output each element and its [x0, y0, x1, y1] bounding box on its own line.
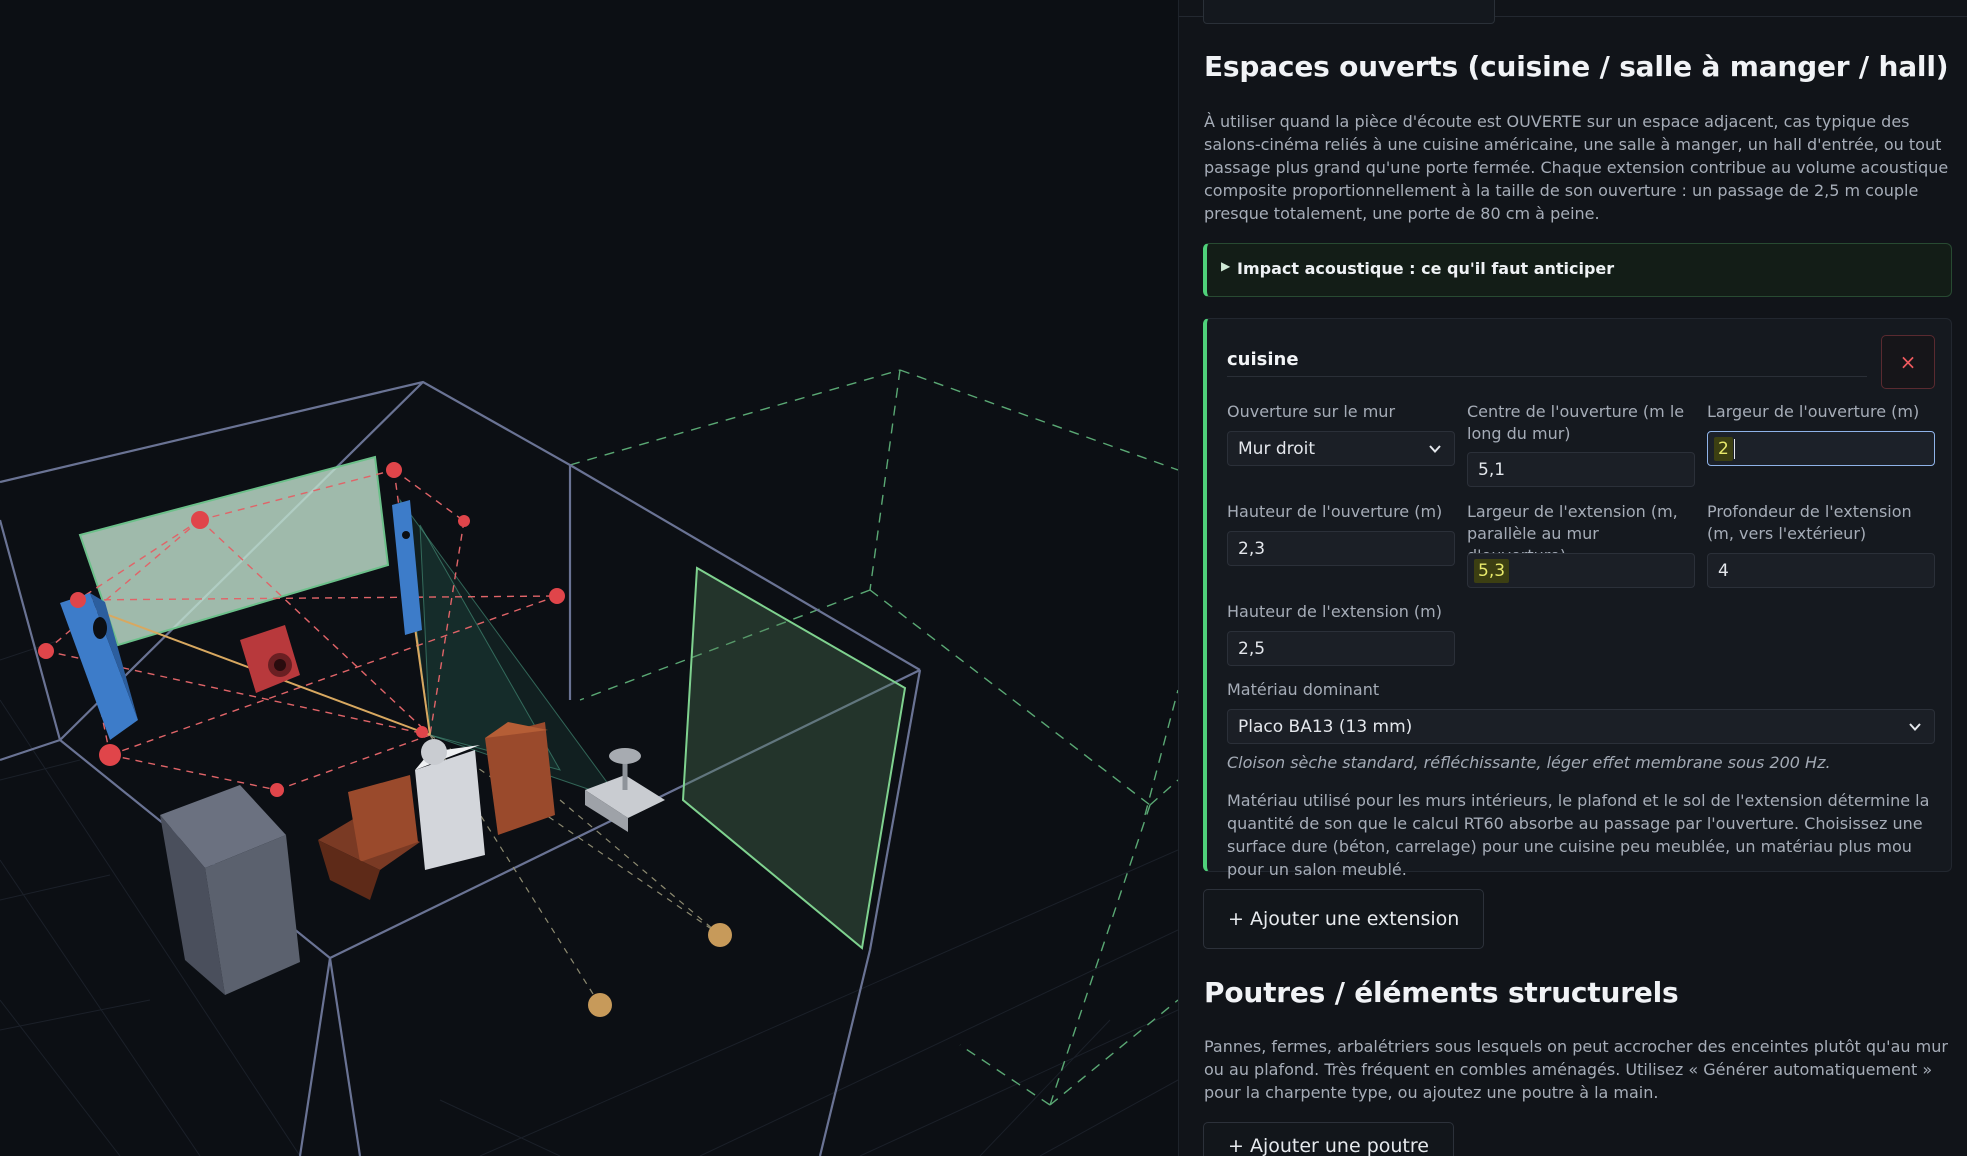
opening-height-input[interactable]: 2,3: [1227, 531, 1455, 566]
ext-width-input[interactable]: 5,3: [1467, 553, 1695, 588]
cabinet: [160, 785, 300, 995]
center-label: Centre de l'ouverture (m le long du mur): [1467, 402, 1685, 443]
top-strip: [1179, 0, 1967, 24]
text-caret: [1733, 438, 1735, 459]
ext-depth-input-value: 4: [1718, 560, 1729, 581]
room-scene: [0, 369, 1178, 1156]
opening-plane: [681, 566, 907, 950]
wall-select[interactable]: Mur droit: [1227, 431, 1455, 466]
center-input[interactable]: 5,1: [1467, 452, 1695, 487]
projector: [585, 748, 665, 832]
extension-card: cuisine × Ouverture sur le mur Mur droit…: [1203, 318, 1952, 879]
wall-select-value: Mur droit: [1238, 438, 1316, 459]
material-note: Cloison sèche standard, réfléchissante, …: [1227, 753, 1831, 772]
add-beam-button[interactable]: + Ajouter une poutre: [1203, 1122, 1454, 1156]
opening-width-label: Largeur de l'ouverture (m): [1707, 402, 1920, 421]
opening-width-input[interactable]: 2: [1707, 431, 1935, 466]
wall-label: Ouverture sur le mur: [1227, 402, 1396, 421]
screen-panel: [78, 455, 390, 647]
chevron-down-icon: [1908, 719, 1922, 733]
material-select-value: Placo BA13 (13 mm): [1238, 716, 1413, 737]
material-help: Matériau utilisé pour les murs intérieur…: [1227, 791, 1930, 879]
subwoofer-points: [588, 923, 732, 1017]
close-icon: ×: [1899, 350, 1917, 374]
ext-height-input[interactable]: 2,5: [1227, 631, 1455, 666]
remove-extension-button[interactable]: ×: [1881, 335, 1935, 389]
acoustic-impact-summary: Impact acoustique : ce qu'il faut antici…: [1237, 259, 1615, 278]
triangle-right-icon: ▶: [1221, 259, 1231, 273]
opening-height-input-value: 2,3: [1238, 538, 1266, 559]
center-input-value: 5,1: [1478, 459, 1506, 480]
opening-height-label: Hauteur de l'ouverture (m): [1227, 502, 1443, 521]
beams-title: Poutres / éléments structurels: [1204, 976, 1679, 1009]
top-strip-box: [1203, 0, 1495, 24]
seats: [318, 722, 555, 900]
ext-height-label: Hauteur de l'extension (m): [1227, 602, 1442, 621]
settings-panel[interactable]: Espaces ouverts (cuisine / salle à mange…: [1178, 0, 1967, 1156]
add-extension-button[interactable]: + Ajouter une extension: [1203, 889, 1485, 949]
ext-width-input-value: 5,3: [1474, 558, 1510, 583]
ext-height-input-value: 2,5: [1238, 638, 1266, 659]
ext-depth-input[interactable]: 4: [1707, 553, 1935, 588]
acoustic-impact-details[interactable]: ▶ Impact acoustique : ce qu'il faut anti…: [1203, 243, 1952, 297]
material-label: Matériau dominant: [1227, 680, 1380, 699]
ext-depth-label: Profondeur de l'extension (m, vers l'ext…: [1707, 502, 1912, 543]
opening-width-input-value: 2: [1714, 436, 1733, 461]
open-spaces-title: Espaces ouverts (cuisine / salle à mange…: [1204, 50, 1949, 83]
beams-description: Pannes, fermes, arbalétriers sous lesque…: [1204, 1037, 1948, 1102]
material-select[interactable]: Placo BA13 (13 mm): [1227, 709, 1935, 744]
3d-viewport[interactable]: [0, 0, 1178, 1156]
extension-name[interactable]: cuisine: [1227, 349, 1867, 377]
add-beam-label: + Ajouter une poutre: [1228, 1135, 1429, 1156]
open-spaces-description: À utiliser quand la pièce d'écoute est O…: [1204, 112, 1949, 223]
chevron-down-icon: [1428, 441, 1442, 455]
